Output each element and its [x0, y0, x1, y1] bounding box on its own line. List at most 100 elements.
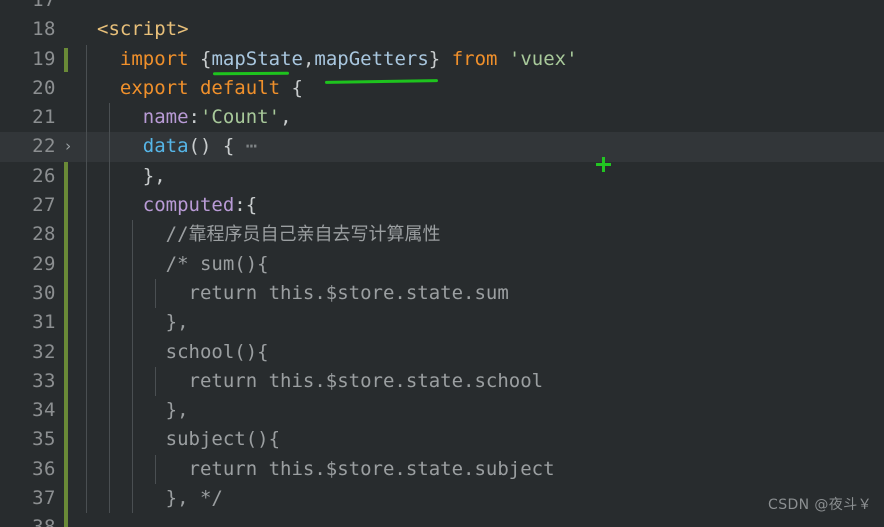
git-change-indicator: [64, 454, 68, 485]
indent-guide: [132, 337, 133, 367]
token-import-keyword: import: [119, 47, 189, 70]
git-change-indicator: [64, 308, 68, 339]
line-content[interactable]: return this.$store.state.school: [78, 366, 884, 397]
editor-line[interactable]: 27 computed:{: [0, 191, 884, 222]
line-number: 31: [32, 311, 56, 334]
indent-guide: [109, 161, 110, 192]
token-comment: return this.$store.state.school: [188, 369, 544, 392]
indent-guide: [86, 337, 87, 367]
token-name-value: 'Count': [199, 106, 281, 129]
indent-guide: [86, 484, 87, 514]
fold-chevron-icon[interactable]: ›: [58, 132, 78, 161]
indent-guide: [132, 396, 133, 426]
line-content[interactable]: import {mapState,mapGetters} from 'vuex': [78, 44, 884, 74]
indent-guide: [132, 249, 133, 279]
line-content[interactable]: },: [78, 308, 884, 338]
editor-line[interactable]: 26 },: [0, 161, 884, 192]
indent-guide: [109, 278, 110, 309]
indent-guide: [109, 132, 110, 162]
git-change-indicator: [64, 161, 68, 192]
git-change-indicator: [64, 47, 68, 72]
indent-guide: [86, 132, 87, 162]
token-brace: {: [222, 135, 235, 158]
line-number: 32: [32, 340, 56, 363]
line-content[interactable]: return this.$store.state.sum: [78, 278, 884, 309]
git-change-indicator: [64, 337, 68, 368]
editor-line[interactable]: 34 },: [0, 396, 884, 427]
editor-line-active[interactable]: 22 › data() { ⋯: [0, 132, 884, 162]
indent-guide: [86, 249, 87, 279]
line-number: 17: [32, 0, 56, 11]
token-parens: (): [188, 135, 212, 158]
line-number: 18: [32, 18, 56, 41]
line-content[interactable]: data() { ⋯: [78, 132, 884, 162]
folded-region-ellipsis[interactable]: ⋯: [246, 135, 258, 157]
git-change-indicator: [64, 513, 68, 527]
token-from-keyword: from: [451, 47, 498, 70]
editor-line[interactable]: 19 import {mapState,mapGetters} from 'vu…: [0, 44, 884, 74]
token-colon-brace: :{: [234, 194, 258, 217]
git-change-indicator: [64, 396, 68, 427]
indent-guide: [155, 366, 156, 397]
indent-guide: [86, 366, 87, 397]
code-editor-screenshot: 17 18 <script> 19 import {mapState,mapGe…: [0, 0, 884, 527]
line-number: 21: [32, 106, 56, 129]
token-comment: subject(){: [165, 428, 281, 451]
editor-line[interactable]: 35 subject(){: [0, 425, 884, 456]
line-content[interactable]: //靠程序员自己亲自去写计算属性: [78, 220, 884, 250]
token-comment: school(){: [165, 340, 269, 363]
line-content[interactable]: export default {: [78, 73, 884, 104]
token-script-tag: <script>: [97, 18, 189, 41]
editor-line[interactable]: 33 return this.$store.state.school: [0, 366, 884, 397]
line-content[interactable]: <script>: [78, 15, 884, 44]
line-content[interactable]: computed:{: [78, 191, 884, 221]
editor-line[interactable]: 17: [0, 0, 884, 15]
editor-line[interactable]: 37 }, */: [0, 484, 884, 515]
token-comma: ,: [302, 47, 315, 70]
indent-guide: [86, 454, 87, 485]
editor-line[interactable]: 29 /* sum(){: [0, 249, 884, 280]
indent-guide: [132, 425, 133, 455]
indent-guide: [109, 103, 110, 133]
line-number: 27: [32, 194, 56, 217]
line-number: 35: [32, 428, 56, 451]
git-change-indicator: [64, 220, 68, 251]
indent-guide: [86, 308, 87, 338]
token-comment: return this.$store.state.sum: [188, 281, 509, 304]
line-content[interactable]: school(){: [78, 337, 884, 367]
editor-line[interactable]: 20 export default {: [0, 73, 884, 104]
editor-code-area[interactable]: 17 18 <script> 19 import {mapState,mapGe…: [0, 0, 884, 527]
line-content[interactable]: return this.$store.state.subject: [78, 454, 884, 485]
indent-guide: [132, 278, 133, 309]
editor-line[interactable]: 30 return this.$store.state.sum: [0, 278, 884, 309]
line-number: 37: [32, 487, 56, 510]
indent-guide: [155, 454, 156, 485]
git-change-indicator: [64, 191, 68, 222]
token-comma: ,: [280, 106, 292, 129]
editor-line[interactable]: 32 school(){: [0, 337, 884, 368]
token-comment: },: [165, 311, 189, 334]
line-content[interactable]: name:'Count',: [78, 103, 884, 133]
editor-line[interactable]: 36 return this.$store.state.subject: [0, 454, 884, 485]
token-comment-slashes: //: [165, 223, 189, 246]
indent-guide: [86, 425, 87, 455]
editor-line[interactable]: 38: [0, 513, 884, 527]
line-number: 26: [32, 164, 56, 187]
line-content[interactable]: },: [78, 396, 884, 426]
git-change-indicator: [64, 278, 68, 309]
indent-guide: [155, 278, 156, 309]
git-change-indicator: [64, 249, 68, 280]
line-content[interactable]: /* sum(){: [78, 249, 884, 279]
token-comment: },: [165, 399, 189, 422]
editor-line[interactable]: 31 },: [0, 308, 884, 339]
editor-line[interactable]: 18 <script>: [0, 15, 884, 44]
editor-line[interactable]: 21 name:'Count',: [0, 103, 884, 133]
line-content[interactable]: }, */: [78, 484, 884, 514]
line-number: 36: [32, 457, 56, 480]
line-content[interactable]: subject(){: [78, 425, 884, 455]
line-content[interactable]: },: [78, 161, 884, 192]
indent-guide: [132, 484, 133, 514]
editor-line[interactable]: 28 //靠程序员自己亲自去写计算属性: [0, 220, 884, 251]
line-number: 20: [32, 76, 56, 99]
line-number: 28: [32, 223, 56, 246]
